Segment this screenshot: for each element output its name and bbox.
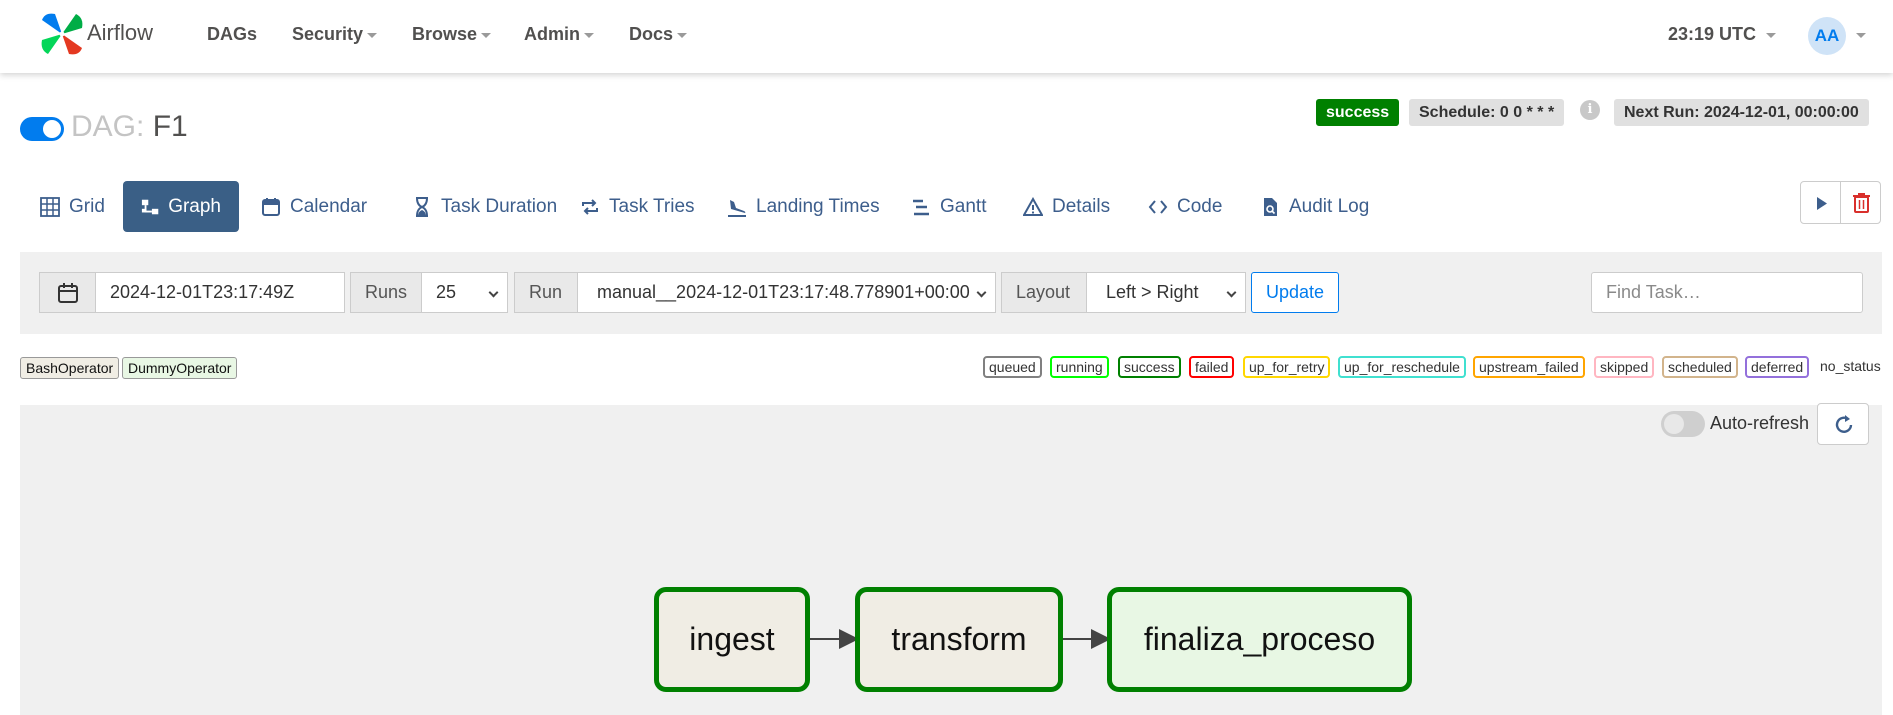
task-node-ingest[interactable]: ingest bbox=[654, 587, 810, 692]
chevron-down-icon bbox=[367, 32, 378, 38]
task-node-label: finaliza_proceso bbox=[1143, 621, 1376, 657]
chevron-down-icon bbox=[1766, 32, 1777, 38]
brand-name[interactable]: Airflow bbox=[87, 20, 153, 46]
nav-admin[interactable]: Admin bbox=[524, 24, 594, 45]
nav-browse[interactable]: Browse bbox=[412, 24, 492, 45]
task-node-label: transform bbox=[891, 621, 1027, 657]
top-navbar: Airflow DAGs Security Browse Admin Docs … bbox=[0, 0, 1893, 73]
chevron-down-icon bbox=[481, 32, 492, 38]
user-avatar[interactable]: AA bbox=[1808, 17, 1846, 55]
chevron-down-icon bbox=[584, 32, 594, 38]
chevron-down-icon bbox=[677, 32, 688, 38]
task-node-transform[interactable]: transform bbox=[855, 587, 1063, 692]
utc-time-dropdown[interactable]: 23:19 UTC bbox=[1668, 24, 1777, 45]
airflow-logo-icon[interactable] bbox=[37, 10, 87, 58]
chevron-down-icon[interactable] bbox=[1856, 33, 1866, 38]
nav-dags[interactable]: DAGs bbox=[207, 24, 257, 45]
nav-docs[interactable]: Docs bbox=[629, 24, 688, 45]
nav-security[interactable]: Security bbox=[292, 24, 378, 45]
task-node-finaliza-proceso[interactable]: finaliza_proceso bbox=[1107, 587, 1412, 692]
task-node-label: ingest bbox=[689, 621, 775, 657]
